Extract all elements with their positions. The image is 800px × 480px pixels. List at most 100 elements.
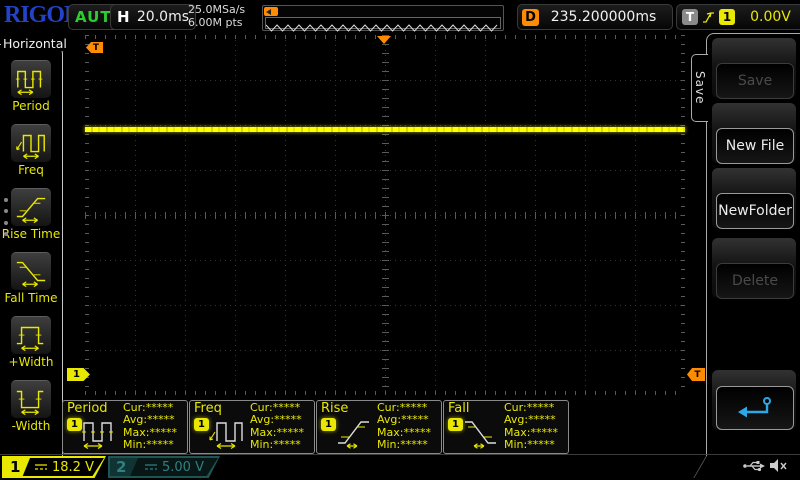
stat-label: Avg:	[250, 413, 274, 426]
measurement-panel-rise: Rise 1 Cur:***** Avg:***** Max:***** Min…	[316, 400, 442, 454]
trigger-readout: T 1 0.00V	[676, 4, 800, 30]
page-indicator-dot	[4, 198, 8, 202]
sidebar-item-fall-time[interactable]	[11, 252, 51, 290]
stat-value: *****	[527, 401, 555, 414]
timebase-label: H	[117, 8, 130, 26]
memory-waveform-strip	[265, 17, 501, 29]
trigger-level-value: 0.00V	[739, 9, 800, 25]
stat-value: *****	[273, 401, 301, 414]
menu-tab-save-label: Save	[693, 71, 707, 104]
save-button[interactable]: Save	[716, 63, 794, 99]
sidebar-item-minus-width-label: -Width	[0, 419, 62, 433]
measurement-name: Period	[67, 401, 108, 416]
sidebar-item-plus-width-label: +Width	[0, 355, 62, 369]
stat-value: *****	[149, 426, 177, 439]
sidebar-item-rise-time[interactable]	[11, 188, 51, 226]
stat-label: Min:	[377, 438, 400, 451]
memory-depth-value: 6.00M pts	[188, 16, 245, 29]
stat-label: Avg:	[504, 413, 528, 426]
speaker-muted-icon	[768, 457, 788, 474]
sidebar-item-rise-time-label: Rise Time	[0, 227, 62, 241]
left-arrow-icon	[266, 9, 271, 15]
sidebar-item-freq[interactable]	[11, 124, 51, 162]
delay-value: 235.200000ms	[539, 9, 668, 25]
stat-value: *****	[530, 426, 558, 439]
stat-label: Min:	[250, 438, 273, 451]
channel2-number: 2	[110, 458, 126, 476]
channel1-badge[interactable]: 1 18.2 V	[2, 456, 106, 478]
channel1-number: 1	[4, 458, 20, 476]
return-arrow-icon	[733, 395, 777, 421]
stat-value: *****	[403, 426, 431, 439]
measurement-panel-freq: Freq 1 Cur:***** Avg:***** Max:***** Min…	[189, 400, 315, 454]
page-indicator-dot	[4, 221, 8, 225]
channel-badge: 1	[67, 418, 82, 431]
timebase-value: 20.0ms	[137, 9, 189, 25]
stat-value: *****	[400, 438, 428, 451]
stat-value: *****	[273, 438, 301, 451]
left-menu-title: Horizontal	[1, 36, 69, 51]
sidebar-item-period[interactable]	[11, 60, 51, 98]
delay-readout: D 235.200000ms	[517, 4, 673, 30]
stat-label: Cur:	[377, 401, 400, 414]
delete-button[interactable]: Delete	[716, 263, 794, 299]
measurement-name: Freq	[194, 401, 222, 416]
dc-coupling-icon	[34, 462, 48, 472]
new-file-button[interactable]: New File	[716, 128, 794, 164]
stat-label: Max:	[504, 426, 530, 439]
graticule	[85, 35, 685, 395]
measurement-panel-period: Period 1 Cur:***** Avg:***** Max:***** M…	[62, 400, 188, 454]
channel-badge: 1	[448, 418, 463, 431]
rise-time-icon	[14, 191, 48, 225]
footer-separator	[0, 454, 800, 455]
channel2-badge[interactable]: 2 5.00 V	[108, 456, 220, 478]
stat-value: *****	[147, 413, 175, 426]
measurement-name: Fall	[448, 401, 469, 416]
stat-value: *****	[146, 401, 174, 414]
sidebar-item-freq-label: Freq	[0, 163, 62, 177]
stat-value: *****	[146, 438, 174, 451]
sidebar-item-plus-width[interactable]	[11, 316, 51, 354]
memory-position-marker	[264, 7, 278, 16]
channel2-scale: 5.00 V	[162, 460, 204, 475]
channel2-body: 2 5.00 V	[110, 458, 218, 476]
trigger-label-badge: T	[682, 9, 698, 25]
stat-label: Max:	[123, 426, 149, 439]
new-folder-button[interactable]: NewFolder	[716, 193, 794, 229]
sidebar-item-period-label: Period	[0, 99, 62, 113]
stat-label: Max:	[377, 426, 403, 439]
plus-width-icon	[14, 319, 48, 353]
delay-badge: D	[522, 9, 539, 26]
page-indicator-dot	[4, 209, 8, 213]
menu-tab-save: Save	[691, 54, 708, 122]
period-icon	[14, 63, 48, 97]
trigger-source-badge: 1	[719, 9, 735, 25]
channel1-trace	[85, 127, 685, 132]
rise-icon	[335, 417, 375, 449]
tick-marks-center-horizontal	[85, 212, 685, 219]
stat-value: *****	[527, 438, 555, 451]
period-icon	[81, 417, 121, 449]
sample-rate-value: 25.0MSa/s	[188, 3, 245, 16]
memory-waveform-preview	[262, 5, 504, 31]
channel1-scale: 18.2 V	[52, 460, 94, 475]
stat-label: Avg:	[123, 413, 147, 426]
stat-label: Min:	[123, 438, 146, 451]
back-button[interactable]	[716, 386, 794, 430]
dc-coupling-icon	[144, 462, 158, 472]
freq-icon	[14, 127, 48, 161]
sidebar-item-minus-width[interactable]	[11, 380, 51, 418]
stat-label: Cur:	[250, 401, 273, 414]
measurement-panel-fall: Fall 1 Cur:***** Avg:***** Max:***** Min…	[443, 400, 569, 454]
channel1-body: 1 18.2 V	[4, 458, 104, 476]
sidebar-item-fall-time-label: Fall Time	[0, 291, 62, 305]
stat-label: Cur:	[123, 401, 146, 414]
channel-badge: 1	[194, 418, 209, 431]
stat-label: Max:	[250, 426, 276, 439]
stat-value: *****	[274, 413, 302, 426]
stat-label: Avg:	[377, 413, 401, 426]
usb-icon	[742, 459, 766, 473]
fall-time-icon	[14, 255, 48, 289]
trigger-level-marker: T	[687, 368, 705, 381]
stat-label: Min:	[504, 438, 527, 451]
